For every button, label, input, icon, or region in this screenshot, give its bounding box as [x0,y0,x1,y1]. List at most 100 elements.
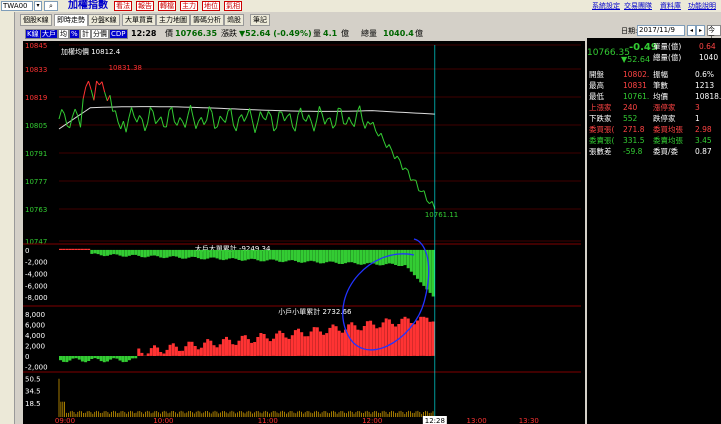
price-line-segment [122,120,127,133]
x-tick-label: 13:30 [519,417,539,424]
toolbar-button-export[interactable]: 轉檔 [158,1,176,11]
small-player-bar [297,328,300,356]
today-button[interactable]: 今天 [707,25,721,43]
price-line-segment [396,155,401,161]
quote-value: 331.5 [623,136,645,145]
toolbar-button-main[interactable]: 主力 [180,1,198,11]
quote-row: 最低 10761.均價 10818.9 [587,92,721,102]
tab-notes[interactable]: 筆記 [250,14,270,26]
avg-button[interactable]: 均 [58,29,69,39]
price-line-segment [101,81,106,93]
big-player-bar [375,249,379,265]
toolbar-button-report[interactable]: 報告 [136,1,154,11]
big-player-bar [93,249,97,254]
small-player-bar [356,329,360,356]
price-line-segment [386,144,390,149]
date-header: 日期: 2017/11/9 ◂ ▸ 今天 [587,24,721,43]
tab-daily-kline[interactable]: 個股K線 [20,14,52,26]
price-line-segment [184,115,189,128]
small-player-bar [337,330,341,356]
search-icon[interactable]: ⌕ [44,1,58,11]
price-line-segment [391,150,396,160]
price-line-segment [380,133,385,142]
price-line-segment [399,160,404,170]
tab-block-trade[interactable]: 大單買賣 [122,14,156,26]
date-input[interactable]: 2017/11/9 [637,25,685,36]
price-line-segment [200,117,205,125]
cdp-button[interactable]: CDP [109,29,128,39]
quote-label: 委賣均張 [653,136,683,145]
big-player-bar [124,249,128,257]
tab-chip-analysis[interactable]: 籌碼分析 [190,14,224,26]
link-trading-team[interactable]: 交易團隊 [624,1,652,11]
big-player-bar [281,249,285,263]
small-player-bar [362,326,366,356]
symbol-dropdown-icon[interactable]: ▾ [34,1,42,11]
big-player-bar [225,249,228,260]
small-player-bar [140,352,144,356]
small-player-bar [328,327,332,356]
big-player-button[interactable]: 大戶 [40,29,58,39]
top-toolbar: TWA00 ▾ ⌕ 加權指數 看法 報告 轉檔 主力 地位 氣相 系統設定 交易… [0,0,721,12]
big-player-bar [134,249,138,255]
tab-minute-kline[interactable]: 分盤K線 [88,14,120,26]
small-player-bar [146,353,150,356]
average-price-line [58,106,435,130]
small-player-bar [359,330,363,356]
small-player-bar [225,336,228,356]
small-player-bar [218,344,222,356]
price-line-segment [273,127,277,132]
percent-button[interactable]: % [69,29,80,39]
y-tick-label: 4,000 [25,332,45,340]
symbol-input[interactable]: TWA00 [1,1,33,11]
prev-day-icon[interactable]: ◂ [687,25,696,36]
price-dist-button[interactable]: 分價 [91,29,109,39]
small-player-bar [181,350,185,356]
link-system-settings[interactable]: 系統設定 [592,1,620,11]
intraday-chart: 10845 10833 10819 10805 10791 10777 10763 10747… [23,42,581,424]
small-player-bar [284,337,288,356]
small-player-bar [149,348,153,356]
tab-pigeon[interactable]: 鴿股 [224,14,244,26]
small-player-bar [80,356,84,362]
big-player-bar [340,249,344,264]
calc-button[interactable]: 計 [80,29,91,39]
big-player-bar [350,249,354,263]
toolbar-button-view[interactable]: 看法 [114,1,132,11]
volume-row-label: 單量(億) [653,42,682,51]
link-database[interactable]: 資料庫 [660,1,681,11]
y-tick-label: 0 [25,353,29,361]
tab-main-force-map[interactable]: 主力地圖 [156,14,190,26]
big-player-bar [337,249,341,264]
price-line-segment [254,122,259,133]
tab-intraday[interactable]: 即時走勢 [54,14,88,26]
big-player-bar [149,249,153,256]
price-line-segment [69,116,73,128]
small-player-bar [347,324,351,356]
big-player-bar [394,249,398,265]
big-player-bar [221,249,225,261]
link-help[interactable]: 功能說明 [688,1,716,11]
next-day-icon[interactable]: ▸ [696,25,705,36]
price-line-segment [413,179,417,181]
price-line-segment [198,117,202,122]
small-player-bar [303,336,307,356]
price-line-segment [294,115,299,132]
price-line-segment [305,114,310,122]
kline-button[interactable]: K線 [25,29,41,39]
small-player-bar [190,341,194,356]
toolbar-button-weather[interactable]: 氣相 [224,1,242,11]
small-player-bar [68,356,72,361]
big-player-bar [143,249,147,258]
price-line-segment [208,106,213,113]
toolbar-button-position[interactable]: 地位 [202,1,220,11]
small-player-bar [275,333,279,356]
cursor-time-label: 12:28 [425,417,445,424]
y-tick-label: 10777 [25,178,47,186]
small-player-bar [375,328,379,356]
big-player-bar [312,249,316,262]
quote-row: 下跌家 552 跌停家 1 [587,114,721,124]
total-value: 1040.4 [383,29,414,38]
quote-label: 跌停家 [653,114,676,123]
big-player-bar [268,249,272,260]
